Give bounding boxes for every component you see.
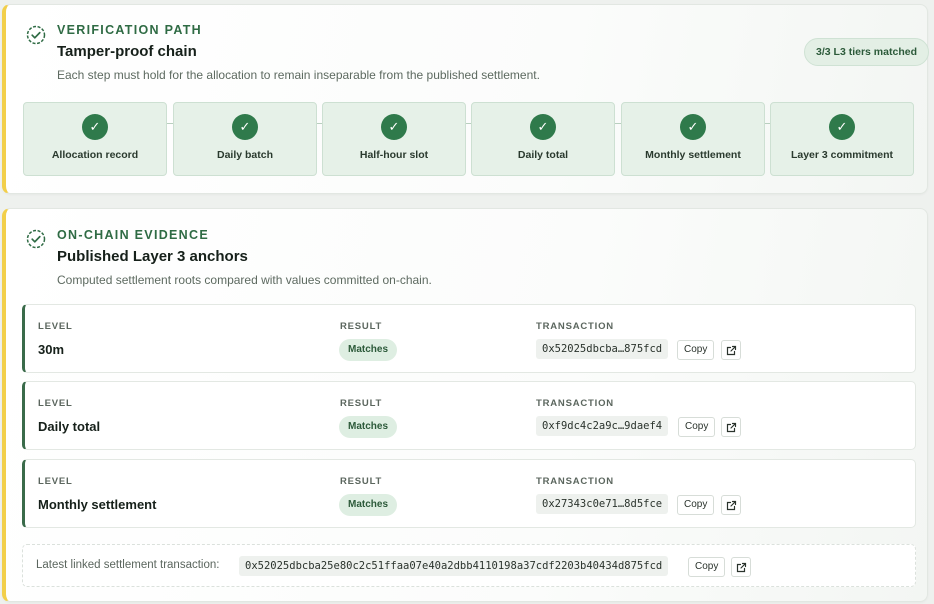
latest-transaction-hash: 0x52025dbcba25e80c2c51ffaa07e40a2dbb4110…: [239, 556, 669, 576]
check-icon: ✓: [381, 114, 407, 140]
verified-badge-icon: [26, 229, 46, 249]
tiers-matched-badge: 3/3 L3 tiers matched: [804, 38, 929, 66]
latest-transaction-label: Latest linked settlement transaction:: [36, 559, 220, 571]
step-daily-total: ✓ Daily total: [471, 102, 615, 176]
external-link-icon: [726, 422, 736, 433]
transaction-column-label: TRANSACTION: [536, 398, 614, 409]
check-icon: ✓: [829, 114, 855, 140]
section-eyebrow: ON-CHAIN EVIDENCE: [57, 228, 209, 242]
check-icon: ✓: [232, 114, 258, 140]
level-column-label: LEVEL: [38, 398, 73, 409]
check-icon: ✓: [530, 114, 556, 140]
verification-path-card: VERIFICATION PATH Tamper-proof chain Eac…: [2, 4, 929, 194]
step-label: Daily total: [517, 149, 569, 161]
result-badge: Matches: [339, 416, 398, 438]
open-external-button[interactable]: [721, 495, 741, 515]
open-external-button[interactable]: [721, 340, 741, 360]
step-label: Monthly settlement: [645, 149, 741, 161]
step-label: Daily batch: [216, 149, 274, 161]
level-value: Monthly settlement: [38, 497, 157, 512]
step-daily-batch: ✓ Daily batch: [173, 102, 317, 176]
evidence-row: LEVEL RESULT TRANSACTION Daily total Mat…: [22, 381, 916, 450]
step-monthly-settlement: ✓ Monthly settlement: [621, 102, 765, 176]
section-title: Published Layer 3 anchors: [57, 248, 248, 265]
level-value: Daily total: [38, 419, 101, 434]
evidence-row: LEVEL RESULT TRANSACTION 30m Matches 0x5…: [22, 304, 916, 373]
evidence-row: LEVEL RESULT TRANSACTION Monthly settlem…: [22, 459, 916, 528]
verified-badge-icon: [26, 25, 46, 45]
external-link-icon: [726, 345, 736, 356]
section-eyebrow: VERIFICATION PATH: [57, 23, 203, 37]
level-value: 30m: [38, 342, 65, 357]
verification-steps: ✓ Allocation record ✓ Daily batch ✓ Half…: [23, 102, 915, 176]
result-column-label: RESULT: [340, 321, 383, 332]
transaction-hash: 0x27343c0e71…8d5fce: [536, 494, 669, 514]
transaction-hash: 0x52025dbcba…875fcd: [536, 339, 669, 359]
result-column-label: RESULT: [340, 398, 383, 409]
external-link-icon: [736, 562, 746, 573]
section-subtitle: Each step must hold for the allocation t…: [57, 68, 540, 82]
copy-button[interactable]: Copy: [688, 557, 726, 577]
external-link-icon: [726, 500, 736, 511]
transaction-column-label: TRANSACTION: [536, 321, 614, 332]
level-column-label: LEVEL: [38, 476, 73, 487]
result-column-label: RESULT: [340, 476, 383, 487]
check-icon: ✓: [82, 114, 108, 140]
result-badge: Matches: [339, 494, 398, 516]
open-external-button[interactable]: [721, 417, 741, 437]
result-badge: Matches: [339, 339, 398, 361]
copy-button[interactable]: Copy: [677, 495, 715, 515]
transaction-hash: 0xf9dc4c2a9c…9daef4: [536, 416, 669, 436]
step-layer3-commitment: ✓ Layer 3 commitment: [770, 102, 914, 176]
step-label: Allocation record: [51, 149, 139, 161]
section-subtitle: Computed settlement roots compared with …: [57, 273, 432, 287]
latest-settlement-transaction: Latest linked settlement transaction: 0x…: [22, 544, 916, 587]
transaction-column-label: TRANSACTION: [536, 476, 614, 487]
level-column-label: LEVEL: [38, 321, 73, 332]
step-half-hour-slot: ✓ Half-hour slot: [322, 102, 466, 176]
open-external-button[interactable]: [731, 557, 751, 577]
step-label: Half-hour slot: [359, 149, 429, 161]
step-label: Layer 3 commitment: [790, 149, 894, 161]
copy-button[interactable]: Copy: [677, 340, 715, 360]
check-icon: ✓: [680, 114, 706, 140]
on-chain-evidence-card: ON-CHAIN EVIDENCE Published Layer 3 anch…: [2, 208, 928, 602]
section-title: Tamper-proof chain: [57, 43, 197, 60]
step-allocation-record: ✓ Allocation record: [23, 102, 167, 176]
copy-button[interactable]: Copy: [678, 417, 716, 437]
